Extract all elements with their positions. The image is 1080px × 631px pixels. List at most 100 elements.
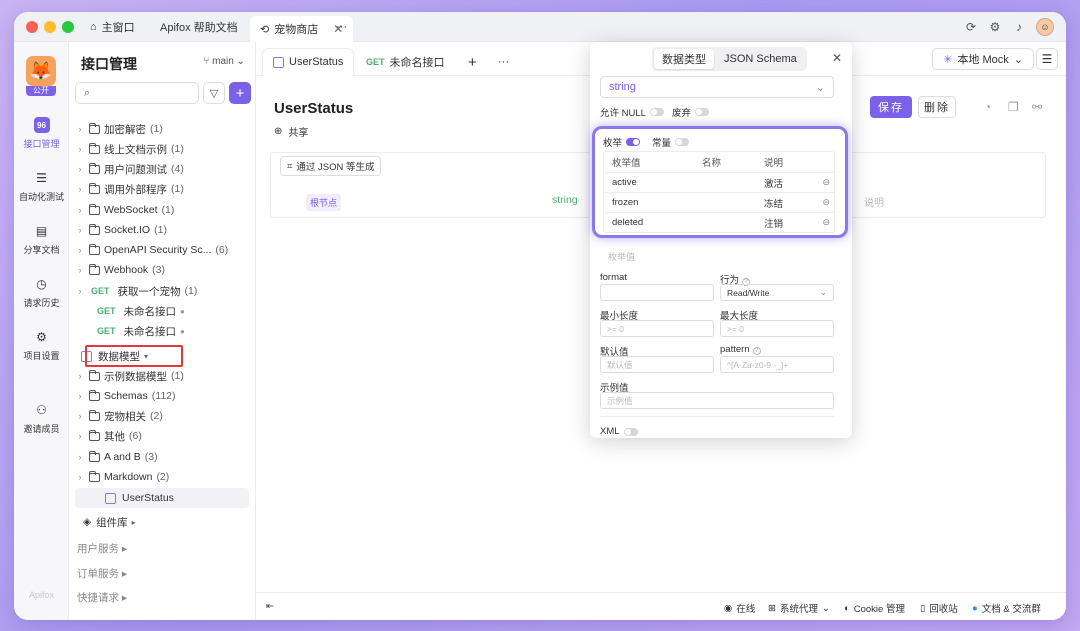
chevron-right-icon: ›: [78, 411, 82, 421]
type-select[interactable]: string ⌄: [600, 76, 834, 98]
folder-item[interactable]: › Socket.IO (1): [75, 220, 249, 240]
copy-icon[interactable]: ❐: [1008, 100, 1019, 114]
share-nodes-icon[interactable]: ⚯: [1032, 100, 1042, 114]
table-row[interactable]: active 激活 ⊖: [604, 172, 834, 192]
rail-item-api[interactable]: 96 接口管理: [14, 117, 69, 150]
folder-item[interactable]: › 加密解密 (1): [75, 119, 249, 139]
type-label[interactable]: string: [552, 194, 578, 206]
chevron-right-icon: ›: [78, 286, 82, 296]
folder-item[interactable]: › 宠物相关 (2): [75, 406, 249, 426]
rail-item-settings[interactable]: ⚙ 项目设置: [14, 329, 69, 362]
menu-button[interactable]: ☰: [1036, 48, 1058, 70]
example-input[interactable]: 示例值: [600, 392, 834, 409]
group-quick-request[interactable]: 快捷请求 ▸: [77, 590, 127, 605]
cookie-manager[interactable]: ◐ Cookie 管理: [844, 601, 905, 616]
minimize-window-button[interactable]: [44, 21, 56, 33]
api-item[interactable]: GET 未命名接口 ●: [75, 301, 249, 321]
pattern-input[interactable]: ^[A-Za-z0-9 -_]+: [720, 356, 834, 373]
generate-from-json-button[interactable]: ⌗ 通过 JSON 等生成: [280, 156, 382, 176]
folder-item[interactable]: › Webhook (3): [75, 260, 249, 280]
model-item-selected[interactable]: UserStatus: [75, 488, 249, 508]
deprecated-toggle[interactable]: 废弃: [672, 105, 710, 119]
proxy-selector[interactable]: ⊞ 系统代理 ⌄: [768, 601, 830, 616]
docs-link[interactable]: ● 文档 & 交流群: [972, 601, 1041, 616]
new-tab-button[interactable]: +: [458, 48, 487, 76]
clock-icon: ◷: [36, 277, 47, 291]
window-tab-help[interactable]: Apifox 帮助文档: [150, 16, 248, 38]
components-section[interactable]: ◈ 组件库 ▸: [83, 512, 257, 532]
folder-icon: [89, 409, 100, 421]
collapse-sidebar-icon[interactable]: ⇤: [266, 601, 274, 612]
more-tabs-button[interactable]: ···: [326, 16, 357, 38]
behavior-select[interactable]: Read/Write ⌄: [720, 284, 834, 301]
filter-button[interactable]: ▽: [203, 82, 225, 104]
folder-item[interactable]: › 线上文档示例 (1): [75, 139, 249, 159]
close-window-button[interactable]: [26, 21, 38, 33]
trash-icon: ▯: [920, 602, 926, 614]
folder-item[interactable]: › WebSocket (1): [75, 200, 249, 220]
min-length-input[interactable]: >= 0: [600, 320, 714, 337]
remove-icon[interactable]: ⊖: [822, 177, 830, 188]
remove-icon[interactable]: ⊖: [822, 217, 830, 228]
folder-item[interactable]: › 调用外部程序 (1): [75, 179, 249, 199]
enum-value-input[interactable]: 枚举值: [608, 250, 635, 263]
close-icon[interactable]: ✕: [832, 51, 842, 65]
window-tab-main[interactable]: ⌂ 主窗口: [80, 16, 145, 38]
folder-item[interactable]: › OpenAPI Security Sc... (6): [75, 240, 249, 260]
avatar[interactable]: ☺: [1036, 18, 1054, 36]
folder-item[interactable]: › 示例数据模型 (1): [75, 366, 249, 386]
folder-icon: [89, 223, 100, 235]
tab-unnamed-api[interactable]: GET 未命名接口: [356, 48, 455, 76]
folder-item[interactable]: › 用户问题测试 (4): [75, 159, 249, 179]
const-toggle[interactable]: 常量: [652, 135, 690, 149]
public-badge: 公开: [26, 86, 56, 96]
default-input[interactable]: 默认值: [600, 356, 714, 373]
folder-item[interactable]: › 其他 (6): [75, 426, 249, 446]
folder-icon: [89, 162, 100, 174]
table-row[interactable]: frozen 冻结 ⊖: [604, 192, 834, 212]
bell-icon[interactable]: ♪: [1012, 20, 1026, 34]
project-logo[interactable]: 🦊: [26, 56, 56, 86]
search-input[interactable]: ⌕: [75, 82, 199, 104]
api-icon: 96: [33, 117, 50, 133]
title-bar: ⌂ 主窗口 Apifox 帮助文档 ⟲ 宠物商店 ✕ ··· ⟳ ⚙ ♪ ☺: [14, 12, 1066, 42]
format-input[interactable]: [600, 284, 714, 301]
table-row[interactable]: deleted 注销 ⊖: [604, 212, 834, 232]
gear-icon[interactable]: ⚙: [988, 20, 1002, 34]
tab-userstatus[interactable]: UserStatus: [262, 48, 355, 76]
api-item[interactable]: GET 未命名接口 ●: [75, 321, 249, 341]
delete-button[interactable]: 删除: [918, 96, 956, 118]
folder-icon: [89, 203, 100, 215]
trash-link[interactable]: ▯ 回收站: [920, 601, 958, 616]
refresh-icon[interactable]: ⟳: [964, 20, 978, 34]
rail-item-history[interactable]: ◷ 请求历史: [14, 276, 69, 309]
pie-icon[interactable]: ◔: [984, 100, 991, 114]
share-status[interactable]: ⊕ 共享: [274, 124, 308, 139]
tab-json-schema[interactable]: JSON Schema: [716, 49, 805, 69]
api-item[interactable]: › GET 获取一个宠物 (1): [75, 281, 249, 301]
online-status[interactable]: ◉ 在线: [724, 601, 755, 616]
folder-item[interactable]: › Markdown (2): [75, 467, 249, 487]
folder-item[interactable]: › Schemas (112): [75, 386, 249, 406]
allow-null-toggle[interactable]: 允许 NULL: [600, 105, 664, 119]
rail-item-invite[interactable]: ⚇ 邀请成员: [14, 402, 69, 435]
rail-item-autotest[interactable]: ☰ 自动化测试: [14, 170, 69, 203]
add-button[interactable]: +: [229, 82, 251, 104]
group-order-service[interactable]: 订单服务 ▸: [77, 566, 127, 581]
rail-item-share-docs[interactable]: ▤ 分享文档: [14, 223, 69, 256]
max-length-input[interactable]: >= 0: [720, 320, 834, 337]
env-selector[interactable]: ✳ 本地 Mock ⌄: [932, 48, 1034, 70]
remove-icon[interactable]: ⊖: [822, 197, 830, 208]
network-icon: ⊞: [768, 602, 776, 614]
group-user-service[interactable]: 用户服务 ▸: [77, 541, 127, 556]
save-button[interactable]: 保存: [870, 96, 912, 118]
tab-data-type[interactable]: 数据类型: [654, 49, 714, 69]
tab-more-button[interactable]: ···: [488, 48, 519, 76]
maximize-window-button[interactable]: [62, 21, 74, 33]
xml-toggle[interactable]: XML: [600, 426, 638, 437]
enum-toggle[interactable]: 枚举: [603, 135, 641, 149]
branch-selector[interactable]: ⑂ main ⌄: [203, 56, 245, 67]
description-input[interactable]: 说明: [864, 194, 884, 209]
folder-icon: [89, 243, 100, 255]
folder-item[interactable]: › A and B (3): [75, 447, 249, 467]
